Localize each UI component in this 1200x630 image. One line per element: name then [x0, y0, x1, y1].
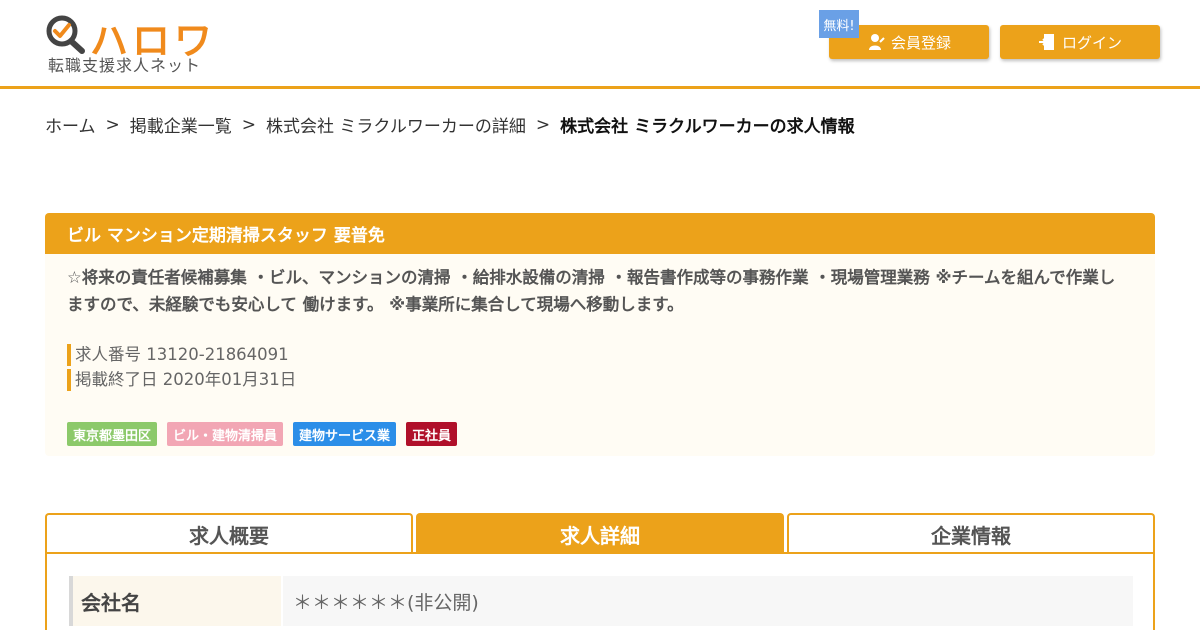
- job-description: ☆将来の責任者候補募集 ・ビル、マンションの清掃 ・給排水設備の清掃 ・報告書作…: [67, 268, 1116, 314]
- register-label: 会員登録: [890, 33, 951, 52]
- job-number-value: 13120-21864091: [146, 345, 289, 364]
- job-end-date-value: 2020年01月31日: [162, 370, 297, 389]
- tab-job-details[interactable]: 求人詳細: [416, 513, 784, 553]
- login-label: ログイン: [1061, 33, 1122, 52]
- breadcrumb: ホーム > 掲載企業一覧 > 株式会社 ミラクルワーカーの詳細 > 株式会社 ミ…: [45, 112, 855, 138]
- login-button[interactable]: ログイン: [1000, 25, 1160, 59]
- job-end-date-label: 掲載終了日: [75, 370, 158, 389]
- company-name-value: ＊＊＊＊＊＊(非公開): [283, 576, 1133, 626]
- tab-company-info[interactable]: 企業情報: [787, 513, 1155, 553]
- details-panel: 会社名 ＊＊＊＊＊＊(非公開): [45, 552, 1155, 630]
- magnifier-check-icon: [46, 15, 85, 54]
- job-card: ビル マンション定期清掃スタッフ 要普免 ☆将来の責任者候補募集 ・ビル、マンシ…: [45, 213, 1155, 456]
- job-end-date: 掲載終了日 2020年01月31日: [67, 369, 296, 391]
- breadcrumb-separator: >: [535, 114, 551, 135]
- free-badge: 無料!: [819, 10, 859, 38]
- tag-occupation[interactable]: ビル・建物清掃員: [167, 422, 284, 446]
- breadcrumb-home[interactable]: ホーム: [45, 112, 96, 137]
- user-add-icon: [868, 34, 885, 50]
- site-header: ハロワ 転職支援求人ネット 無料! 会員登録 ログイン: [0, 0, 1200, 89]
- tag-industry[interactable]: 建物サービス業: [293, 422, 397, 446]
- login-door-icon: [1038, 34, 1054, 50]
- breadcrumb-separator: >: [105, 114, 120, 135]
- breadcrumb-company-detail[interactable]: 株式会社 ミラクルワーカーの詳細: [266, 112, 526, 137]
- job-title: ビル マンション定期清掃スタッフ 要普免: [45, 213, 1155, 254]
- breadcrumb-current: 株式会社 ミラクルワーカーの求人情報: [560, 117, 855, 137]
- company-name-label: 会社名: [69, 576, 281, 626]
- site-logo[interactable]: ハロワ 転職支援求人ネット: [45, 12, 225, 76]
- breadcrumb-company-list[interactable]: 掲載企業一覧: [130, 112, 232, 137]
- tab-job-overview[interactable]: 求人概要: [45, 513, 413, 553]
- tag-employment-type[interactable]: 正社員: [406, 422, 458, 446]
- tag-location[interactable]: 東京都墨田区: [67, 422, 158, 446]
- breadcrumb-separator: >: [241, 114, 256, 135]
- job-tags: 東京都墨田区 ビル・建物清掃員 建物サービス業 正社員: [67, 422, 458, 446]
- job-number-label: 求人番号: [75, 345, 141, 364]
- job-number: 求人番号 13120-21864091: [67, 344, 289, 366]
- logo-subtitle: 転職支援求人ネット: [48, 56, 202, 75]
